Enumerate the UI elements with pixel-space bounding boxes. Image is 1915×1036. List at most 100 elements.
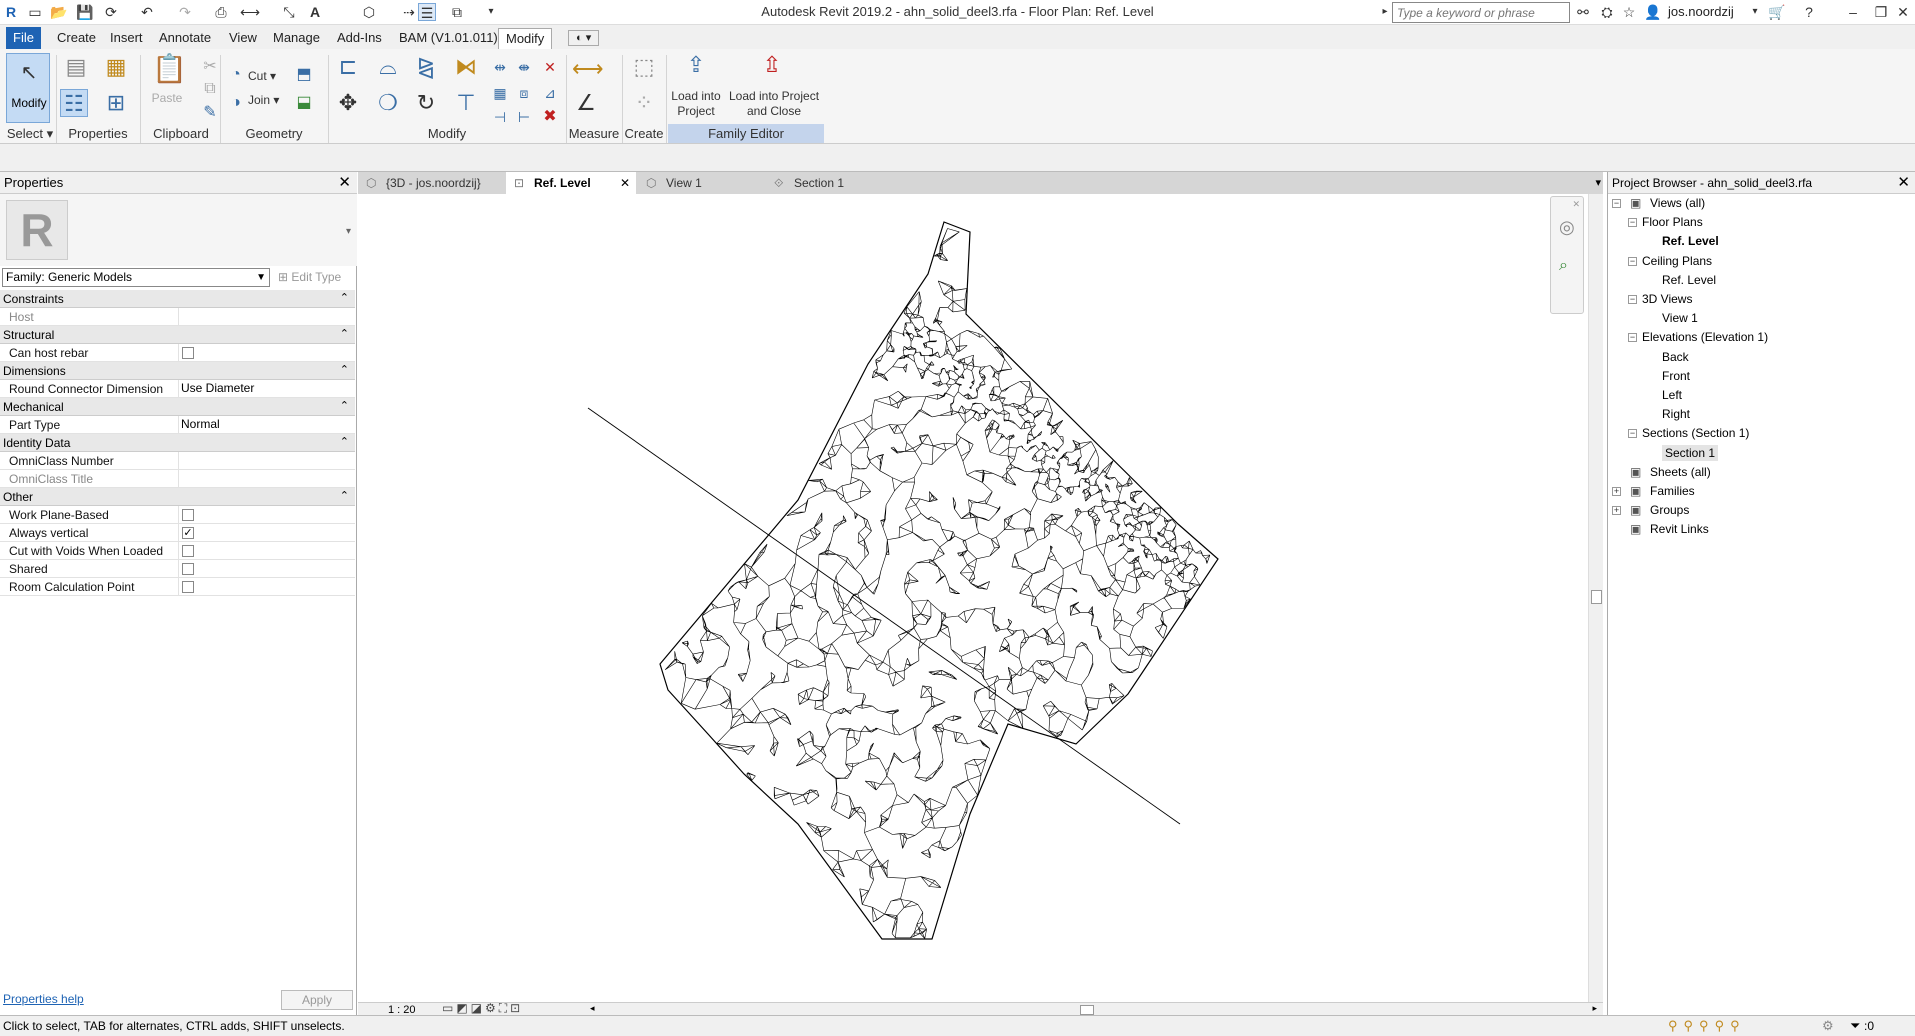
- tab-bam[interactable]: BAM (V1.01.011): [392, 28, 505, 49]
- property-group[interactable]: Identity Data ⌃: [0, 434, 355, 452]
- join-geometry-icon[interactable]: ◑: [226, 89, 246, 117]
- minimize-icon[interactable]: –: [1844, 3, 1862, 21]
- user-icon[interactable]: 👤: [1644, 3, 1662, 21]
- browser-tree-item[interactable]: Ref. Level: [1662, 272, 1716, 288]
- cut-geometry-icon[interactable]: ◔: [226, 61, 246, 89]
- close-tab-icon[interactable]: ✕: [620, 172, 630, 194]
- browser-tree-item[interactable]: Floor Plans: [1642, 214, 1703, 230]
- horizontal-scroll-thumb[interactable]: [1080, 1005, 1094, 1015]
- browser-tree-item[interactable]: Ceiling Plans: [1642, 253, 1712, 269]
- cart-icon[interactable]: 🛒: [1768, 3, 1786, 21]
- copy-element-icon[interactable]: ❍: [374, 89, 402, 117]
- tab-3d-view[interactable]: ⬡ {3D - jos.noordzij}: [358, 172, 504, 194]
- tab-annotate[interactable]: Annotate: [152, 28, 218, 49]
- edit-type-button[interactable]: ⊞ Edit Type: [278, 268, 341, 287]
- close-icon[interactable]: ✕: [1897, 172, 1910, 194]
- close-icon[interactable]: ✕: [1572, 199, 1580, 210]
- property-group[interactable]: Other ⌃: [0, 488, 355, 506]
- family-filter-select[interactable]: Family: Generic Models ▼: [2, 268, 270, 287]
- browser-tree-item[interactable]: Ref. Level: [1662, 233, 1719, 249]
- property-checkbox[interactable]: [182, 563, 194, 575]
- property-value[interactable]: [178, 308, 354, 325]
- property-group[interactable]: Dimensions ⌃: [0, 362, 355, 380]
- property-value[interactable]: Normal: [178, 416, 354, 433]
- tab-view[interactable]: View: [222, 28, 264, 49]
- browser-tree-item[interactable]: Front: [1662, 368, 1690, 384]
- join-geometry-label[interactable]: Join ▾: [248, 93, 279, 108]
- property-group[interactable]: Structural ⌃: [0, 326, 355, 344]
- close-icon[interactable]: ✕: [338, 172, 351, 194]
- property-checkbox[interactable]: ✓: [182, 527, 194, 539]
- tab-section-1[interactable]: ⟐ Section 1: [766, 172, 894, 194]
- browser-tree-item[interactable]: Revit Links: [1650, 521, 1709, 537]
- user-dropdown-icon[interactable]: ▾: [1746, 3, 1764, 21]
- type-properties-icon[interactable]: ⊞: [102, 89, 130, 117]
- trim-extend-icon[interactable]: ⊤: [452, 89, 480, 117]
- angular-dimension-icon[interactable]: ∠: [572, 89, 600, 117]
- property-checkbox[interactable]: [182, 545, 194, 557]
- vertical-scrollbar[interactable]: [1588, 194, 1603, 1002]
- family-types-icon[interactable]: ▤: [62, 53, 90, 81]
- mirror-draw-icon[interactable]: ⧑: [452, 53, 480, 81]
- mesh-triangles[interactable]: [664, 228, 1211, 939]
- view-controls-icon[interactable]: ▭◩◪⚙⛶⊡: [442, 1001, 523, 1016]
- load-and-close-icon[interactable]: ⇫: [758, 51, 786, 79]
- create-group-icon[interactable]: ⁘: [630, 89, 658, 117]
- tab-ref-level[interactable]: ⊡ Ref. Level ✕: [506, 172, 636, 194]
- collapse-icon[interactable]: −: [1628, 256, 1637, 266]
- browser-tree-item[interactable]: View 1: [1662, 310, 1698, 326]
- load-into-project-icon[interactable]: ⇪: [682, 51, 710, 79]
- load-into-project-and-close-button[interactable]: Load into Project and Close: [726, 89, 822, 119]
- browser-tree-item[interactable]: Sections (Section 1): [1642, 425, 1749, 441]
- contextual-tab-icon[interactable]: ◐ ▾: [568, 30, 600, 46]
- expand-icon[interactable]: +: [1612, 506, 1621, 516]
- rotate-icon[interactable]: ↻: [412, 89, 440, 117]
- browser-tree-item[interactable]: 3D Views: [1642, 291, 1692, 307]
- browser-tree-item[interactable]: Sheets (all): [1650, 464, 1711, 480]
- properties-help-link[interactable]: Properties help: [3, 992, 84, 1006]
- family-category-icon[interactable]: ▦: [102, 53, 130, 81]
- expand-icon[interactable]: +: [1612, 487, 1621, 496]
- property-checkbox[interactable]: [182, 509, 194, 521]
- tab-manage[interactable]: Manage: [266, 28, 327, 49]
- zoom-icon[interactable]: ⌕: [1559, 257, 1568, 275]
- property-value[interactable]: [178, 452, 354, 469]
- create-similar-icon[interactable]: ⬚: [630, 53, 658, 81]
- navigation-bar[interactable]: ◎ ⌕ ✕: [1550, 196, 1584, 314]
- restore-icon[interactable]: ❐: [1872, 3, 1890, 21]
- paste-icon[interactable]: 📋: [152, 55, 187, 83]
- property-checkbox[interactable]: [182, 347, 194, 359]
- browser-tree-item[interactable]: Views (all): [1650, 195, 1705, 211]
- browser-tree-item[interactable]: Elevations (Elevation 1): [1642, 329, 1768, 345]
- offset-icon[interactable]: ⌓: [374, 53, 402, 81]
- chevron-down-icon[interactable]: ▾: [346, 226, 351, 237]
- tab-menu-icon[interactable]: ▾: [1595, 172, 1601, 194]
- collapse-icon[interactable]: −: [1628, 295, 1637, 304]
- aligned-dimension-icon[interactable]: ⟷: [572, 55, 604, 83]
- property-value[interactable]: [178, 470, 354, 487]
- tab-insert[interactable]: Insert: [103, 28, 150, 49]
- background-process-icon[interactable]: ⚙: [1822, 1018, 1834, 1034]
- collapse-icon[interactable]: −: [1628, 333, 1637, 343]
- collapse-icon[interactable]: ⌃: [340, 399, 349, 412]
- split-element-icon[interactable]: ⇹: [490, 53, 510, 81]
- collapse-icon[interactable]: −: [1628, 429, 1637, 439]
- collapse-icon[interactable]: ⌃: [340, 435, 349, 448]
- align-icon[interactable]: ⊏: [334, 53, 362, 81]
- properties-toggle-icon[interactable]: ☷: [60, 89, 88, 117]
- tab-modify[interactable]: Modify: [498, 28, 553, 49]
- help-icon[interactable]: ?: [1800, 3, 1818, 21]
- collapse-icon[interactable]: −: [1612, 199, 1621, 208]
- tab-add-ins[interactable]: Add-Ins: [330, 28, 389, 49]
- modify-tool-button[interactable]: ↖ Modify: [6, 53, 50, 123]
- wall-joins-icon[interactable]: ⬒: [290, 61, 318, 89]
- collapse-icon[interactable]: ⌃: [340, 291, 349, 304]
- tab-create[interactable]: Create: [50, 28, 103, 49]
- collapse-icon[interactable]: −: [1628, 218, 1637, 228]
- unpin-icon[interactable]: ✕: [540, 53, 560, 81]
- load-into-project-button[interactable]: Load into Project: [668, 89, 724, 119]
- browser-tree-item[interactable]: Groups: [1650, 502, 1689, 518]
- tab-view-1[interactable]: ⬡ View 1: [638, 172, 764, 194]
- browser-tree-item[interactable]: Section 1: [1662, 444, 1719, 461]
- drawing-canvas[interactable]: [358, 194, 1603, 1002]
